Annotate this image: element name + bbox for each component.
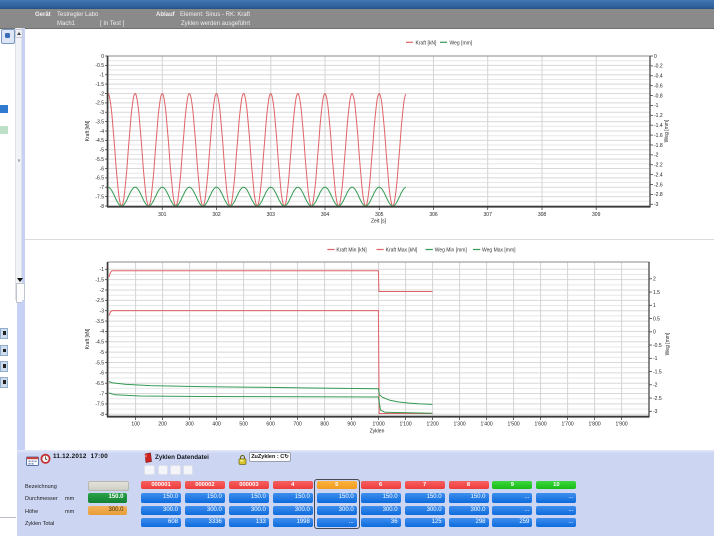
svg-text:-1.6: -1.6 (654, 133, 663, 139)
svg-text:-1.5: -1.5 (95, 277, 104, 283)
svg-text:1: 1 (653, 303, 656, 309)
svg-text:600: 600 (266, 422, 275, 428)
svg-text:302: 302 (212, 212, 221, 218)
svg-text:-3: -3 (653, 409, 658, 415)
svg-text:Weg Max [mm]: Weg Max [mm] (482, 248, 516, 254)
svg-text:0: 0 (653, 330, 656, 336)
svg-text:-2.2: -2.2 (654, 163, 663, 169)
svg-text:-8: -8 (100, 412, 105, 418)
svg-text:-2: -2 (100, 91, 105, 97)
svg-text:-1.8: -1.8 (654, 143, 663, 149)
svg-text:Weg [mm]: Weg [mm] (450, 40, 473, 46)
svg-text:-2.5: -2.5 (95, 101, 104, 107)
svg-text:301: 301 (158, 212, 167, 218)
svg-text:1.5: 1.5 (653, 290, 660, 296)
svg-text:300: 300 (185, 422, 194, 428)
svg-text:-7.5: -7.5 (95, 194, 104, 200)
svg-text:0: 0 (654, 54, 657, 60)
svg-text:1'800: 1'800 (589, 422, 601, 428)
svg-text:1'200: 1'200 (427, 422, 439, 428)
svg-text:-6.5: -6.5 (95, 176, 104, 182)
svg-text:Weg [mm]: Weg [mm] (664, 119, 670, 142)
svg-text:-6.5: -6.5 (95, 381, 104, 387)
svg-text:Weg [mm]: Weg [mm] (665, 332, 671, 355)
svg-text:-4: -4 (100, 129, 105, 135)
svg-text:Kraft Min [kN]: Kraft Min [kN] (336, 248, 367, 254)
svg-text:-2.6: -2.6 (654, 182, 663, 188)
svg-text:-1.2: -1.2 (654, 113, 663, 119)
svg-text:-0.2: -0.2 (654, 64, 663, 70)
svg-text:1'900: 1'900 (616, 422, 628, 428)
svg-text:-6: -6 (100, 371, 105, 377)
svg-text:1'400: 1'400 (481, 422, 493, 428)
svg-text:-6: -6 (100, 166, 105, 172)
svg-text:-4.5: -4.5 (95, 138, 104, 144)
svg-text:Kraft [kN]: Kraft [kN] (416, 40, 437, 46)
svg-text:-0.5: -0.5 (95, 63, 104, 69)
svg-text:-0.6: -0.6 (654, 83, 663, 89)
svg-text:-1: -1 (100, 267, 105, 273)
svg-text:-3: -3 (654, 202, 659, 208)
svg-text:-2.4: -2.4 (654, 172, 663, 178)
svg-text:-7: -7 (100, 185, 105, 191)
svg-text:1'500: 1'500 (508, 422, 520, 428)
svg-text:Kraft [kN]: Kraft [kN] (85, 328, 91, 349)
svg-text:0: 0 (101, 54, 104, 60)
svg-text:-1.5: -1.5 (653, 369, 662, 375)
svg-text:307: 307 (484, 212, 493, 218)
svg-text:-1: -1 (653, 356, 658, 362)
svg-text:-0.8: -0.8 (654, 93, 663, 99)
svg-text:100: 100 (131, 422, 140, 428)
svg-text:700: 700 (293, 422, 302, 428)
svg-text:-2: -2 (654, 153, 659, 159)
svg-text:-1.4: -1.4 (654, 123, 663, 129)
svg-text:Zeit [s]: Zeit [s] (371, 218, 387, 224)
svg-text:305: 305 (375, 212, 384, 218)
svg-text:1'000: 1'000 (373, 422, 385, 428)
svg-text:306: 306 (429, 212, 438, 218)
svg-text:400: 400 (212, 422, 221, 428)
svg-text:-3.5: -3.5 (95, 319, 104, 325)
svg-text:-1: -1 (654, 103, 659, 109)
svg-text:-3: -3 (100, 110, 105, 116)
svg-text:-2.5: -2.5 (95, 298, 104, 304)
svg-text:304: 304 (321, 212, 330, 218)
svg-text:-2: -2 (100, 288, 105, 294)
svg-text:500: 500 (239, 422, 248, 428)
svg-text:-4.5: -4.5 (95, 340, 104, 346)
svg-text:-0.5: -0.5 (653, 343, 662, 349)
svg-text:-8: -8 (100, 204, 105, 210)
svg-text:200: 200 (158, 422, 167, 428)
svg-text:Zyklen: Zyklen (370, 429, 385, 435)
svg-text:2: 2 (653, 277, 656, 283)
svg-text:303: 303 (267, 212, 276, 218)
svg-text:-7: -7 (100, 391, 105, 397)
svg-text:-2.5: -2.5 (653, 396, 662, 402)
svg-text:-5: -5 (100, 350, 105, 356)
svg-text:900: 900 (347, 422, 356, 428)
svg-text:1'100: 1'100 (400, 422, 412, 428)
svg-text:-1.5: -1.5 (95, 82, 104, 88)
svg-text:-3: -3 (100, 309, 105, 315)
svg-text:0.5: 0.5 (653, 316, 660, 322)
svg-text:309: 309 (592, 212, 601, 218)
svg-text:-7.5: -7.5 (95, 402, 104, 408)
svg-text:-5.5: -5.5 (95, 360, 104, 366)
svg-text:1'300: 1'300 (454, 422, 466, 428)
svg-text:-3.5: -3.5 (95, 119, 104, 125)
svg-text:-1: -1 (100, 73, 105, 79)
svg-text:1'700: 1'700 (562, 422, 574, 428)
svg-text:-0.4: -0.4 (654, 74, 663, 80)
svg-text:800: 800 (320, 422, 329, 428)
svg-text:Kraft [kN]: Kraft [kN] (85, 120, 91, 141)
svg-text:308: 308 (538, 212, 547, 218)
svg-text:Weg Min [mm]: Weg Min [mm] (435, 248, 468, 254)
svg-text:Kraft Max [kN]: Kraft Max [kN] (386, 248, 418, 254)
svg-text:1'600: 1'600 (535, 422, 547, 428)
svg-text:-5.5: -5.5 (95, 157, 104, 163)
svg-text:-2.8: -2.8 (654, 192, 663, 198)
svg-text:-5: -5 (100, 148, 105, 154)
svg-text:-4: -4 (100, 329, 105, 335)
svg-text:-2: -2 (653, 383, 658, 389)
